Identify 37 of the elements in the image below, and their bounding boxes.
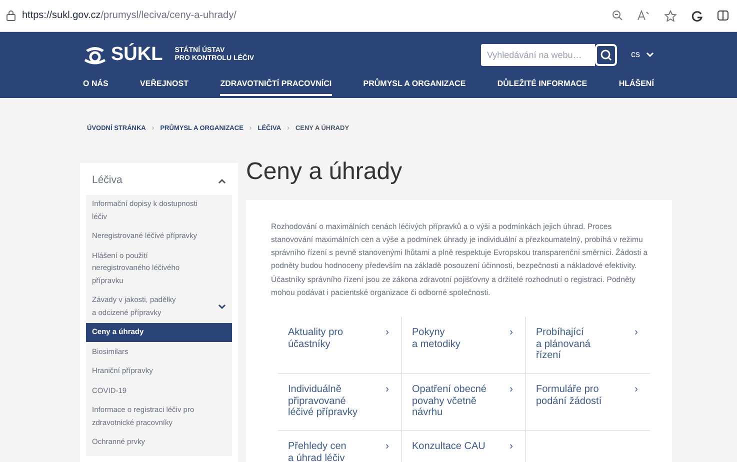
- link[interactable]: Opatření obecné povahy včetně návrhu: [412, 384, 487, 419]
- nav-link[interactable]: ZDRAVOTNIČTÍ PRACOVNÍCI: [220, 78, 332, 96]
- chevron-icon: ›: [510, 441, 513, 454]
- zoom-icon[interactable]: [612, 10, 623, 21]
- page-title: Ceny a úhrady: [246, 156, 404, 186]
- nav-link[interactable]: O NÁS: [83, 78, 108, 96]
- chevron-icon: ›: [510, 327, 513, 340]
- nav-link[interactable]: PRŮMYSL A ORGANIZACE: [363, 78, 466, 96]
- search-field[interactable]: Vyhledávání na webu…: [481, 44, 595, 66]
- link[interactable]: Přehledy cen a úhrad léčiv: [288, 441, 363, 462]
- chevron-icon: ›: [634, 327, 638, 340]
- nav-link[interactable]: DŮLEŽITÉ INFORMACE: [497, 78, 588, 96]
- logo-text: SÚKL: [111, 42, 163, 67]
- lock-icon: [6, 10, 16, 21]
- chevron-icon: ›: [386, 441, 389, 454]
- sidebar-header[interactable]: Léčiva: [86, 166, 232, 194]
- link[interactable]: Pokyny a metodiky: [412, 327, 487, 350]
- logo-icon: [83, 45, 107, 65]
- link[interactable]: Formuláře pro podání žádostí: [536, 384, 611, 408]
- language-selector[interactable]: cs: [631, 48, 654, 62]
- chevron-icon: ›: [510, 384, 513, 396]
- split-screen-icon[interactable]: [717, 10, 729, 21]
- star-icon[interactable]: [664, 10, 677, 22]
- chevron-icon: ›: [386, 327, 389, 340]
- chevron-icon: ›: [634, 384, 638, 396]
- read-aloud-icon[interactable]: [637, 10, 650, 21]
- chevron-down-icon: [646, 52, 654, 58]
- link[interactable]: Individuálně připravované léčivé přípravky: [288, 384, 363, 419]
- link[interactable]: Konzultace CAU: [412, 441, 487, 453]
- search-button[interactable]: [595, 44, 617, 66]
- link[interactable]: Probíhající a plánovaná řízení: [536, 327, 611, 362]
- address-bar-url[interactable]: https://sukl.gov.cz/prumysl/leciva/ceny-a-uhrady/: [22, 8, 236, 23]
- nav-link[interactable]: HLÁŠENÍ: [618, 78, 654, 96]
- nav-link[interactable]: VEŘEJNOST: [140, 78, 188, 96]
- link[interactable]: Aktuality pro účastníky: [288, 327, 363, 350]
- chevron-icon: ›: [386, 384, 389, 396]
- search-icon: [600, 49, 612, 61]
